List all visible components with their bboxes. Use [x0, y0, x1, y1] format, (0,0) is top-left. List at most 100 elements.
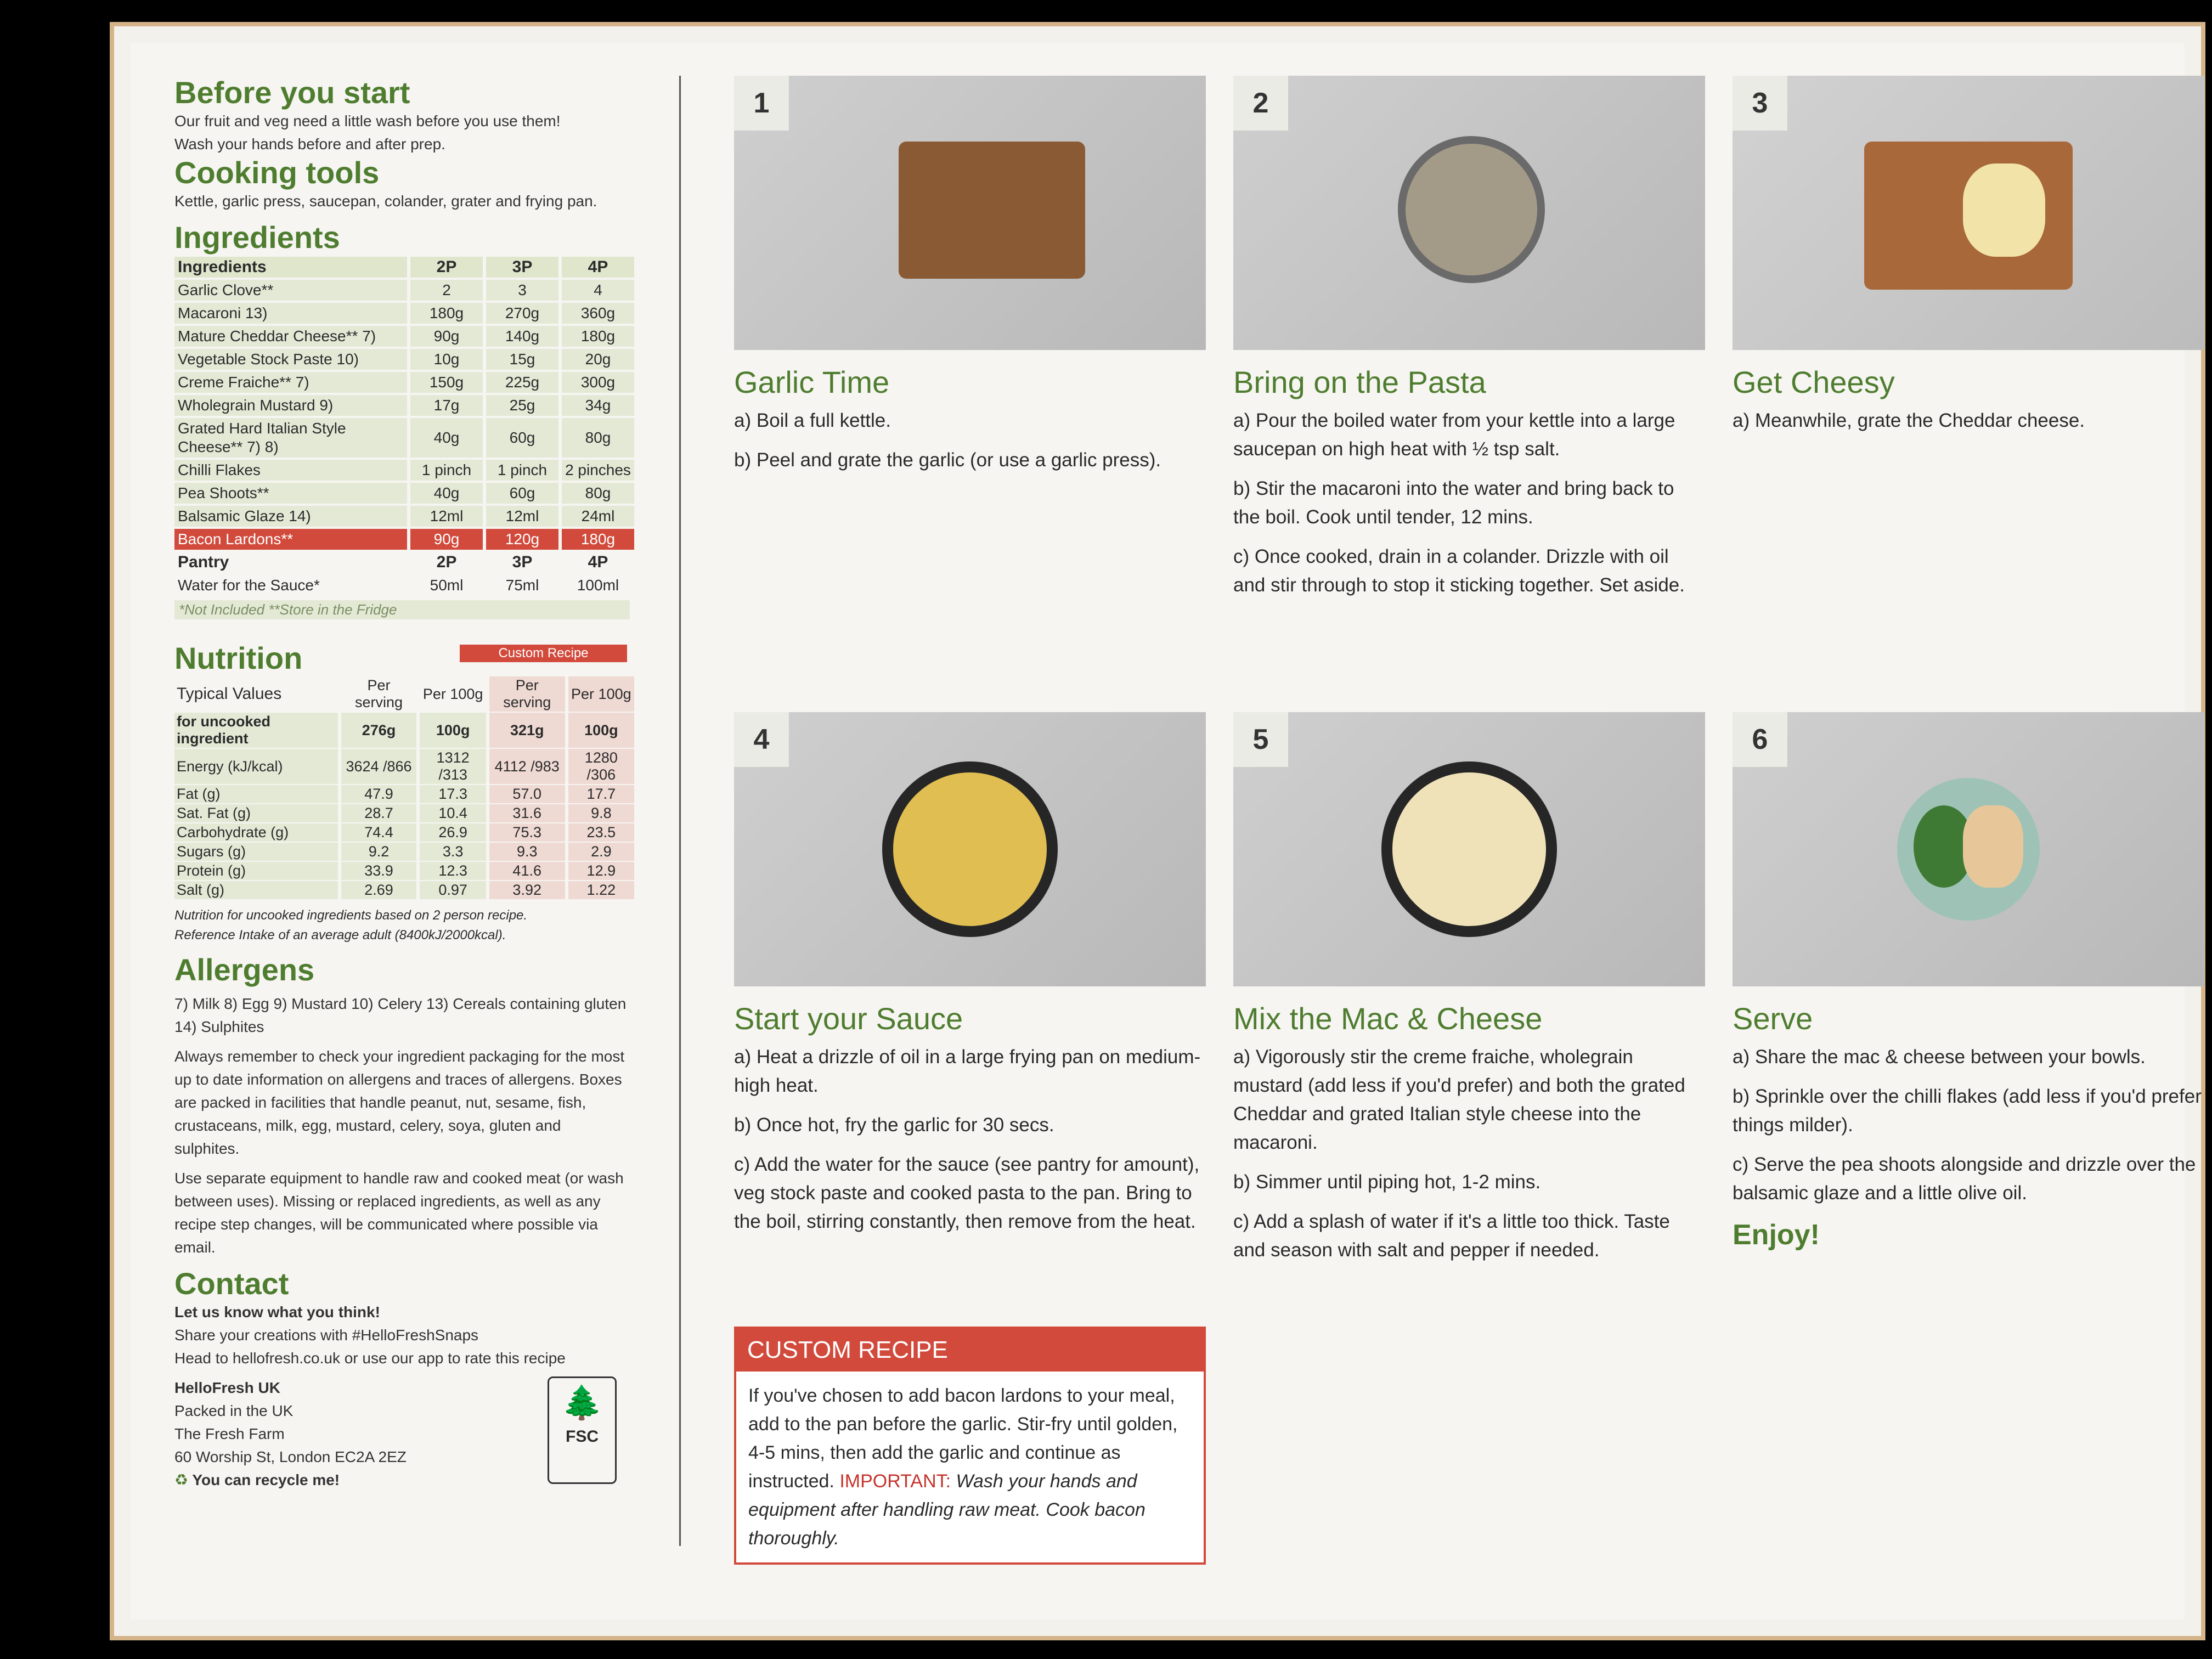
contact-title: Contact [174, 1266, 289, 1301]
step-photo: 2 [1233, 76, 1705, 350]
pantry-row: Water for the Sauce* 50ml 75ml 100ml [174, 575, 634, 596]
enjoy-text: Enjoy! [1733, 1219, 1820, 1251]
cell: 1280 /306 [568, 749, 634, 784]
step-5: 5 Mix the Mac & Cheese a) Vigorously sti… [1233, 712, 1705, 1276]
step-title: Serve [1733, 1001, 1813, 1036]
cell: 75ml [486, 575, 558, 596]
custom-recipe-body: If you've chosen to add bacon lardons to… [736, 1372, 1204, 1562]
frying-pan [1381, 761, 1557, 937]
header-cell: Ingredients [174, 257, 407, 278]
important-label: IMPORTANT: [839, 1471, 951, 1492]
cell: 120g [486, 529, 558, 550]
allergens-paragraph-2: Use separate equipment to handle raw and… [174, 1170, 624, 1256]
cell: 41.6 [489, 862, 565, 880]
contact-line-1: Let us know what you think! [174, 1304, 380, 1321]
cell: 4 [562, 280, 634, 301]
cell: 12ml [486, 506, 558, 527]
step-number: 2 [1233, 76, 1288, 131]
header-cell: 3P [486, 552, 558, 573]
step-4: 4 Start your Sauce a) Heat a drizzle of … [734, 712, 1206, 1247]
cell: Wholegrain Mustard 9) [174, 395, 407, 416]
cell: Macaroni 13) [174, 303, 407, 324]
cell: 17.3 [420, 785, 486, 803]
step-3: 3 Get Cheesy a) Meanwhile, grate the Che… [1733, 76, 2204, 446]
header-cell: 4P [562, 257, 634, 278]
cell: 28.7 [341, 804, 417, 822]
ingredient-row: Garlic Clove** 2 3 4 [174, 280, 634, 301]
recycle-icon: ♻ [174, 1471, 189, 1488]
step-line: b) Stir the macaroni into the water and … [1233, 478, 1674, 528]
cell: 12.9 [568, 862, 634, 880]
header-cell: Per serving [354, 677, 403, 710]
cell: 2.69 [341, 881, 417, 899]
cell: 15g [486, 349, 558, 370]
ingredient-row: Grated Hard Italian Style Cheese** 7) 8)… [174, 418, 634, 458]
nutrition-row: Fat (g) 47.9 17.3 57.0 17.7 [174, 785, 634, 803]
cell: 24ml [562, 506, 634, 527]
cell: Fat (g) [174, 785, 338, 803]
step-title: Bring on the Pasta [1233, 365, 1486, 399]
cell: 9.8 [568, 804, 634, 822]
step-title: Mix the Mac & Cheese [1233, 1001, 1543, 1036]
ingredient-rows: Garlic Clove** 2 3 4 Macaroni 13) 180g 270g 360… [174, 280, 634, 527]
column-divider [679, 76, 681, 1546]
step-line: c) Add a splash of water if it's a littl… [1233, 1211, 1670, 1261]
step-6: 6 Serve a) Share the mac & cheese betwee… [1733, 712, 2204, 1251]
cell: 40g [410, 483, 483, 504]
custom-recipe-title: CUSTOM RECIPE [736, 1329, 1204, 1372]
cell: 75.3 [489, 823, 565, 842]
recipe-card-inner: Before you start Our fruit and veg need … [131, 43, 2204, 1620]
step-photo: 6 [1733, 712, 2204, 986]
cell: 26.9 [420, 823, 486, 842]
cell: 180g [562, 326, 634, 347]
header-cell: 3P [486, 257, 558, 278]
cell: Carbohydrate (g) [174, 823, 338, 842]
cell: 10.4 [420, 804, 486, 822]
cell: 2 [410, 280, 483, 301]
cell: Grated Hard Italian Style Cheese** 7) 8) [174, 418, 407, 458]
cell: 60g [486, 418, 558, 458]
ingredients-footnote: *Not Included **Store in the Fridge [174, 600, 630, 619]
nutrition-row: Sugars (g) 9.2 3.3 9.3 2.9 [174, 843, 634, 861]
mac-and-cheese [1963, 805, 2023, 888]
cell: 9.2 [341, 843, 417, 861]
header-cell: Per serving [489, 676, 565, 712]
grated-cheese [1963, 163, 2045, 257]
allergens-title: Allergens [174, 952, 315, 987]
cell: 1 pinch [486, 460, 558, 481]
step-line: b) Sprinkle over the chilli flakes (add … [1733, 1086, 2202, 1136]
recycle-text: You can recycle me! [192, 1471, 340, 1488]
cell: Garlic Clove** [174, 280, 407, 301]
cell: Vegetable Stock Paste 10) [174, 349, 407, 370]
nutrition-row: for uncooked ingredient 276g 100g 321g 100g [174, 713, 634, 748]
ingredients-header: Ingredients 2P 3P 4P [174, 257, 634, 278]
before-line-2: Wash your hands before and after prep. [174, 136, 445, 153]
cell: 3.92 [489, 881, 565, 899]
recipe-card: Before you start Our fruit and veg need … [110, 22, 2205, 1640]
cell: 50ml [410, 575, 483, 596]
cell: 100ml [562, 575, 634, 596]
step-title: Get Cheesy [1733, 365, 1895, 399]
step-photo: 3 [1733, 76, 2204, 350]
cell: 9.3 [489, 843, 565, 861]
address-block: HelloFresh UK Packed in the UK The Fresh… [174, 1376, 630, 1492]
cell: 17.7 [568, 785, 634, 803]
step-number: 6 [1733, 712, 1787, 767]
ingredients-table: Ingredients 2P 3P 4P Garlic Clove** 2 3 4 Ma… [171, 255, 637, 598]
cell: Bacon Lardons** [174, 529, 407, 550]
cell: Energy (kJ/kcal) [174, 749, 338, 784]
cell: 10g [410, 349, 483, 370]
step-photo: 5 [1233, 712, 1705, 986]
cell: 4112 /983 [489, 749, 565, 784]
step-line: a) Vigorously stir the creme fraiche, wh… [1233, 1046, 1685, 1153]
cell: 31.6 [489, 804, 565, 822]
step-number: 1 [734, 76, 789, 131]
cell: 321g [489, 713, 565, 748]
contact-line-3[interactable]: Head to hellofresh.co.uk or use our app … [174, 1347, 630, 1370]
header-cell: 4P [562, 552, 634, 573]
step-line: a) Pour the boiled water from your kettl… [1233, 410, 1675, 460]
cell: 80g [562, 483, 634, 504]
tools-text: Kettle, garlic press, saucepan, colander… [174, 193, 597, 210]
cell: 300g [562, 372, 634, 393]
fsc-label: FSC [566, 1427, 599, 1446]
